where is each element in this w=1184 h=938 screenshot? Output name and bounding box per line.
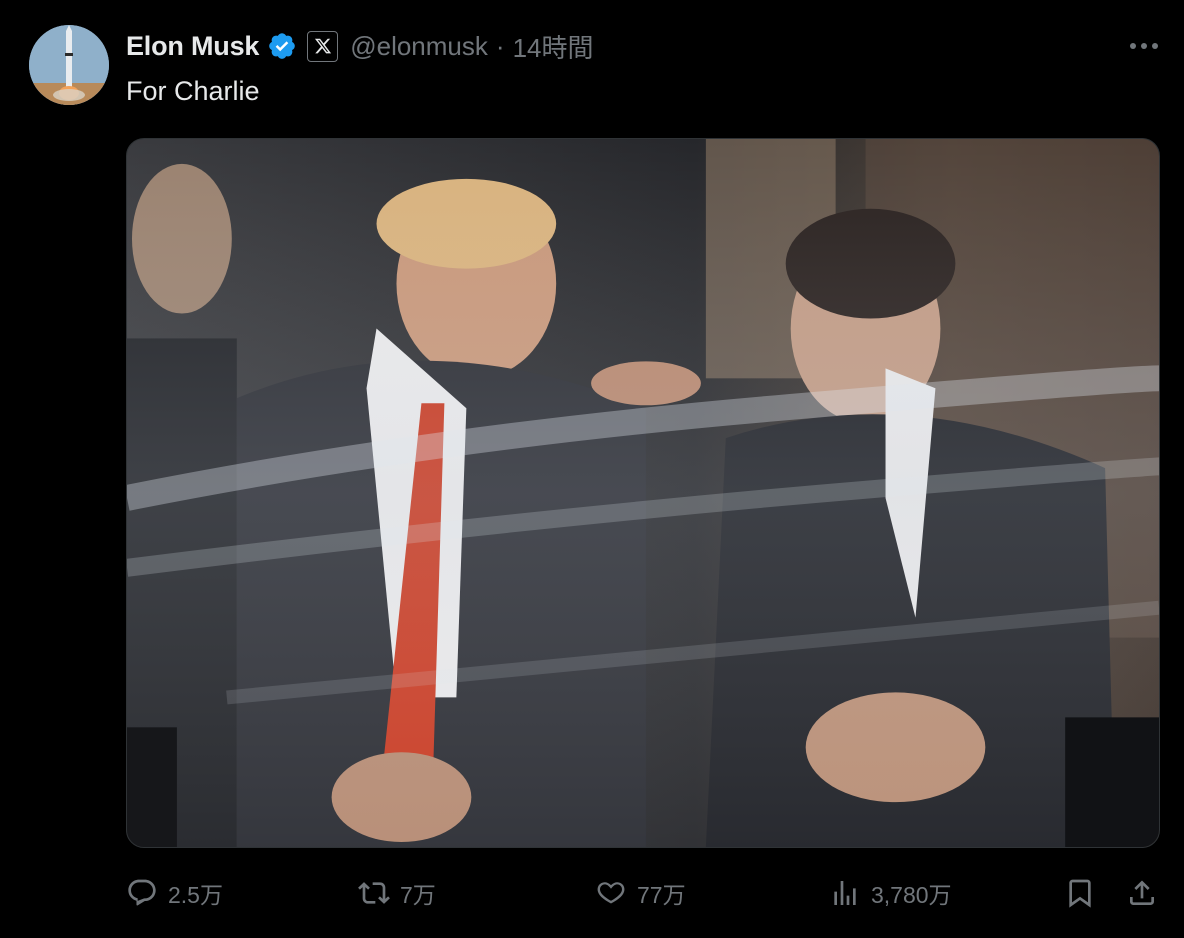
tweet-photo[interactable] bbox=[126, 138, 1160, 848]
tweet-container[interactable]: Elon Musk @elonmusk · 14時間 For Charlie 2… bbox=[0, 0, 1184, 938]
share-icon bbox=[1130, 880, 1154, 905]
action-bar: 2.5万 7万 77万 3,780万 bbox=[126, 870, 1166, 916]
reply-icon bbox=[128, 879, 156, 906]
view-count: 3,780万 bbox=[871, 882, 952, 908]
reply-count: 2.5万 bbox=[168, 882, 223, 908]
heart-icon bbox=[597, 882, 625, 904]
author-name[interactable]: Elon Musk bbox=[126, 31, 259, 62]
repost-icon bbox=[358, 882, 390, 904]
verified-badge-icon[interactable] bbox=[267, 31, 297, 61]
like-count: 77万 bbox=[637, 882, 686, 908]
x-logo-icon[interactable] bbox=[307, 30, 339, 62]
bookmark-icon bbox=[1069, 879, 1091, 908]
more-dots-icon bbox=[1130, 43, 1158, 49]
tweet-text: For Charlie bbox=[126, 76, 260, 106]
reply-button[interactable]: 2.5万 bbox=[126, 870, 223, 916]
bookmark-button[interactable] bbox=[1064, 870, 1096, 916]
repost-button[interactable]: 7万 bbox=[358, 870, 436, 916]
rocket-avatar-image bbox=[29, 25, 109, 105]
share-button[interactable] bbox=[1126, 870, 1158, 916]
like-button[interactable]: 77万 bbox=[595, 870, 686, 916]
views-chart-icon bbox=[834, 881, 856, 905]
repost-count: 7万 bbox=[400, 882, 436, 908]
avatar[interactable] bbox=[29, 25, 109, 105]
tweet-header: Elon Musk @elonmusk · 14時間 bbox=[126, 26, 593, 66]
photo-image bbox=[127, 139, 1159, 847]
more-options-button[interactable] bbox=[1124, 32, 1164, 60]
author-handle[interactable]: @elonmusk bbox=[350, 31, 488, 62]
header-separator: · bbox=[495, 30, 505, 61]
views-button[interactable]: 3,780万 bbox=[829, 870, 952, 916]
post-timestamp[interactable]: 14時間 bbox=[513, 28, 594, 65]
